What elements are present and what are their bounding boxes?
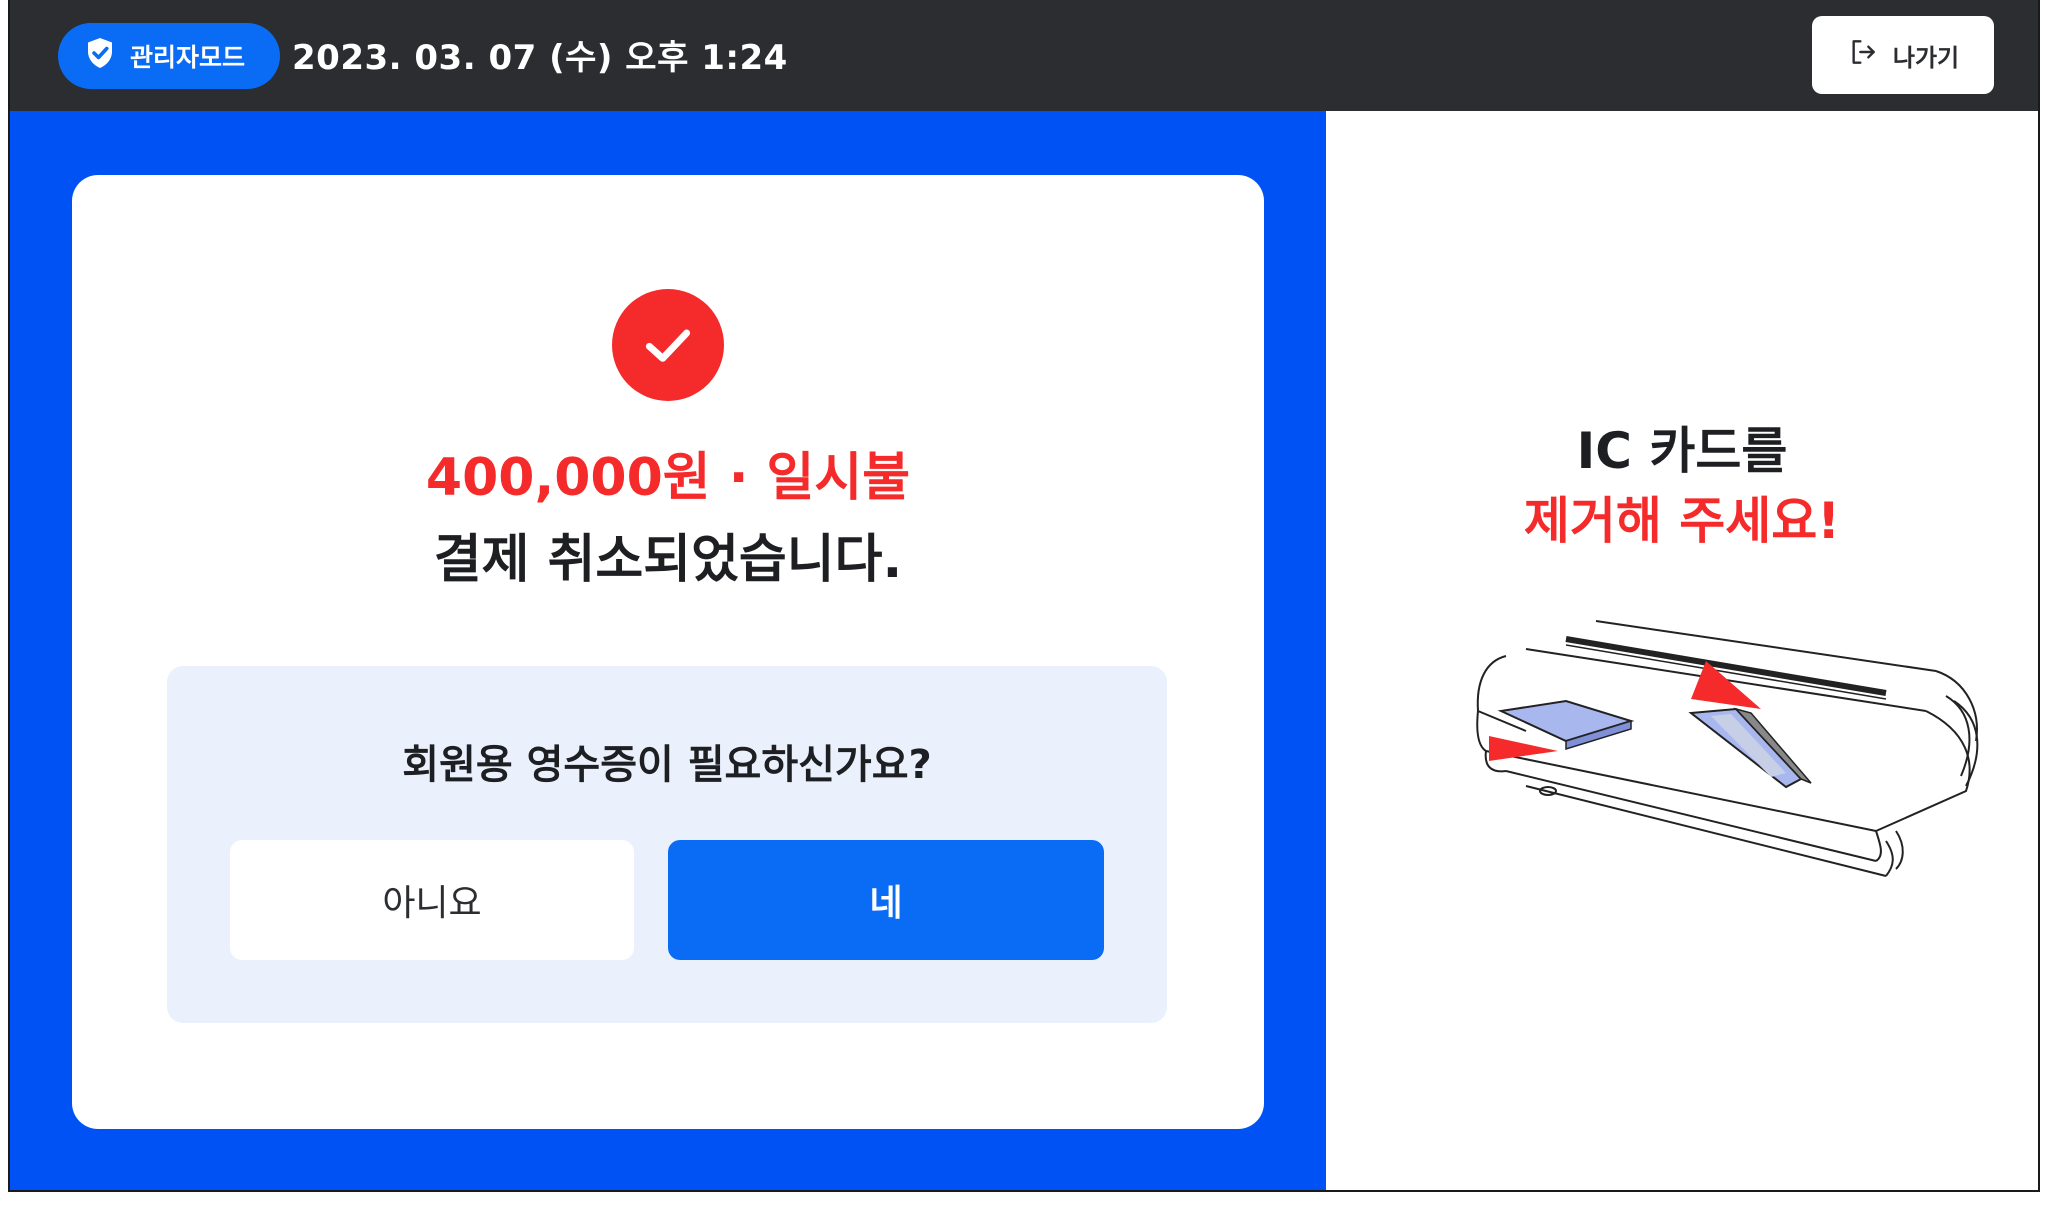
exit-icon: [1847, 36, 1879, 74]
result-card: 400,000원 · 일시불 결제 취소되었습니다. 회원용 영수증이 필요하신…: [72, 175, 1264, 1129]
no-receipt-button[interactable]: 아니요: [230, 840, 634, 960]
exit-label: 나가기: [1892, 43, 1960, 72]
instruction-title: IC 카드를: [1576, 422, 1788, 480]
datetime-display: 2023. 03. 07 (수) 오후 1:24: [292, 38, 788, 78]
shield-check-icon: [82, 35, 118, 77]
exit-button[interactable]: 나가기: [1812, 16, 1994, 94]
receipt-prompt: 회원용 영수증이 필요하신가요? 아니요 네: [167, 666, 1167, 1023]
card-terminal-illustration: [1406, 601, 1986, 921]
receipt-question: 회원용 영수증이 필요하신가요?: [402, 742, 932, 788]
top-bar: 관리자모드 2023. 03. 07 (수) 오후 1:24 나가기: [10, 0, 2038, 111]
instruction-action: 제거해 주세요!: [1523, 492, 1841, 550]
payment-amount: 400,000원 · 일시불: [425, 448, 911, 508]
yes-receipt-button[interactable]: 네: [668, 840, 1104, 960]
admin-badge-label: 관리자모드: [130, 43, 246, 72]
admin-mode-badge[interactable]: 관리자모드: [58, 23, 280, 89]
payment-panel: 400,000원 · 일시불 결제 취소되었습니다. 회원용 영수증이 필요하신…: [10, 111, 1326, 1190]
card-instruction-panel: IC 카드를 제거해 주세요!: [1326, 111, 2038, 1190]
check-icon: [612, 289, 724, 401]
kiosk-screen: 관리자모드 2023. 03. 07 (수) 오후 1:24 나가기 400,0…: [8, 0, 2040, 1192]
cancel-message: 결제 취소되었습니다.: [433, 530, 903, 590]
